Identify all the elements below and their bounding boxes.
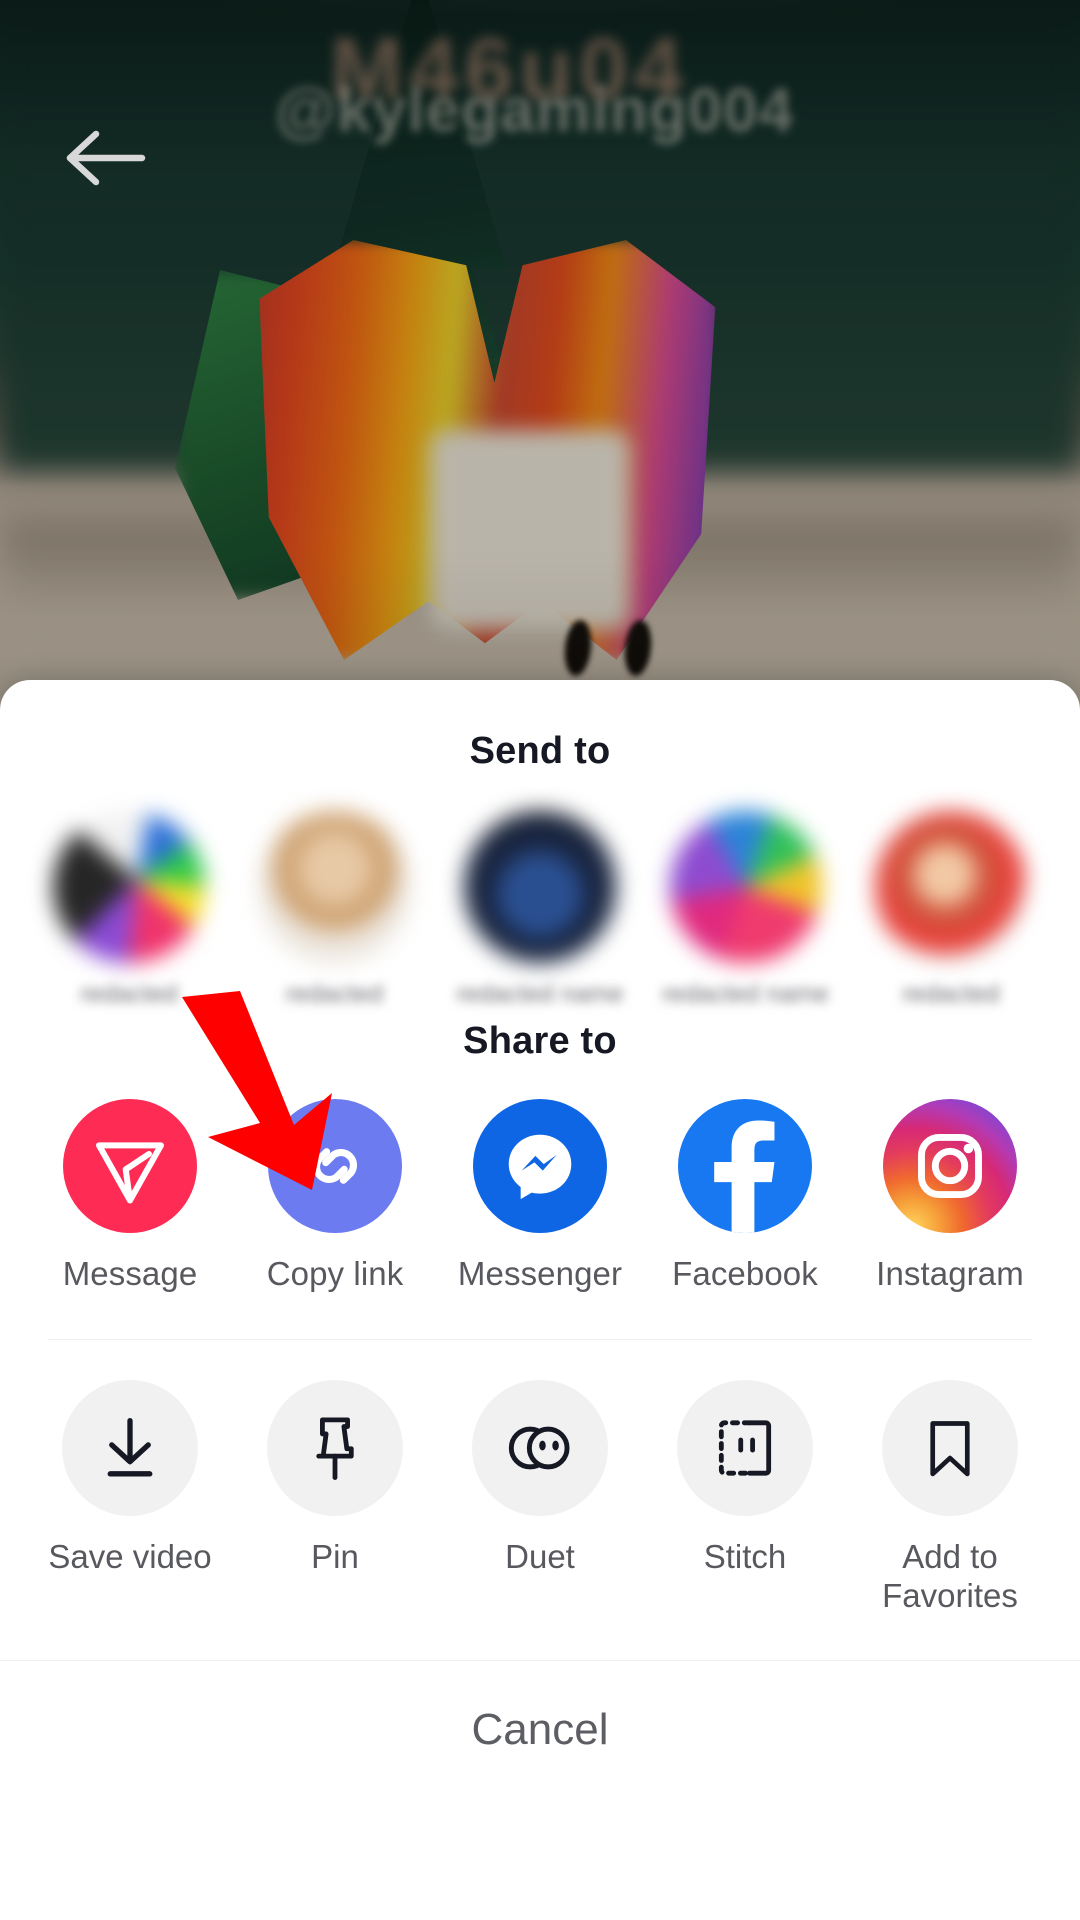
friend-item[interactable]: redacted name: [661, 811, 831, 1010]
download-icon: [107, 1418, 153, 1477]
friend-name: redacted: [285, 980, 384, 1008]
friend-name: redacted name: [456, 980, 624, 1008]
avatar: [258, 811, 411, 963]
actions-row: Save video Pin Duet Stitch Add to Favori…: [0, 1380, 1080, 1616]
friend-name: redacted: [902, 980, 1000, 1008]
paper-plane-icon: [96, 1142, 164, 1204]
message-circle: [63, 1099, 197, 1234]
cancel-button[interactable]: Cancel: [0, 1661, 1080, 1799]
friend-item[interactable]: redacted: [866, 811, 1036, 1010]
action-label: Pin: [311, 1538, 359, 1576]
action-label: Stitch: [703, 1538, 787, 1576]
avatar: [53, 811, 205, 963]
save-video-circle: [62, 1380, 198, 1517]
cancel-label: Cancel: [471, 1705, 609, 1755]
avatar: [669, 811, 822, 963]
action-label: Add to Favorites: [882, 1538, 1018, 1615]
friend-name: redacted name: [662, 980, 829, 1008]
friend-name: redacted: [80, 980, 178, 1008]
bookmark-icon: [930, 1421, 970, 1477]
copy-link-circle: [268, 1099, 402, 1234]
sheet-divider: [48, 1339, 1032, 1341]
video-edge-vignette: [0, 0, 1080, 760]
share-label: Copy link: [266, 1255, 404, 1293]
duet-circle: [472, 1380, 608, 1517]
action-pin[interactable]: Pin: [245, 1380, 425, 1577]
favorites-circle: [882, 1380, 1018, 1517]
share-target-copy-link[interactable]: Copy link: [245, 1099, 425, 1293]
share-to-row: Message Copy link Messenger Facebook Ins…: [0, 1099, 1080, 1293]
avatar: [875, 811, 1027, 963]
video-backdrop[interactable]: M46u04 @kylegaming004: [0, 0, 1080, 760]
messenger-circle: [473, 1099, 607, 1234]
back-button[interactable]: [58, 118, 154, 198]
friend-item[interactable]: redacted: [250, 811, 420, 1010]
action-label: Save video: [48, 1538, 212, 1576]
tiktok-share-screen: M46u04 @kylegaming004 Send to redacted: [0, 0, 1080, 1920]
share-target-message[interactable]: Message: [40, 1099, 220, 1293]
facebook-icon: [714, 1120, 775, 1234]
share-label: Message: [62, 1255, 198, 1293]
pin-circle: [267, 1380, 403, 1517]
facebook-circle: [678, 1099, 812, 1234]
stitch-icon: [718, 1420, 772, 1476]
back-arrow-icon: [66, 130, 146, 186]
action-save-video[interactable]: Save video: [40, 1380, 220, 1577]
share-label: Instagram: [876, 1255, 1024, 1293]
instagram-glyph-icon: [918, 1134, 982, 1199]
share-label: Facebook: [672, 1255, 818, 1293]
share-sheet: Send to redacted redacted redacted name …: [0, 680, 1080, 1920]
share-target-facebook[interactable]: Facebook: [655, 1099, 835, 1293]
share-label: Messenger: [457, 1255, 623, 1293]
avatar: [464, 811, 616, 963]
friend-item[interactable]: redacted name: [455, 811, 625, 1010]
stitch-circle: [677, 1380, 813, 1517]
link-chain-icon: [312, 1148, 358, 1185]
send-to-friends-row: redacted redacted redacted name redacted…: [0, 811, 1080, 1010]
share-target-messenger[interactable]: Messenger: [450, 1099, 630, 1293]
duet-icon: [508, 1426, 570, 1470]
share-target-instagram[interactable]: Instagram: [860, 1099, 1040, 1293]
pin-icon: [316, 1417, 354, 1481]
action-stitch[interactable]: Stitch: [655, 1380, 835, 1577]
action-add-to-favorites[interactable]: Add to Favorites: [860, 1380, 1040, 1616]
share-to-title: Share to: [463, 1020, 617, 1063]
send-to-title: Send to: [469, 730, 611, 772]
action-duet[interactable]: Duet: [450, 1380, 630, 1577]
action-label: Duet: [505, 1538, 575, 1576]
messenger-icon: [508, 1134, 572, 1200]
instagram-circle: [883, 1099, 1017, 1234]
friend-item[interactable]: redacted: [44, 811, 214, 1010]
